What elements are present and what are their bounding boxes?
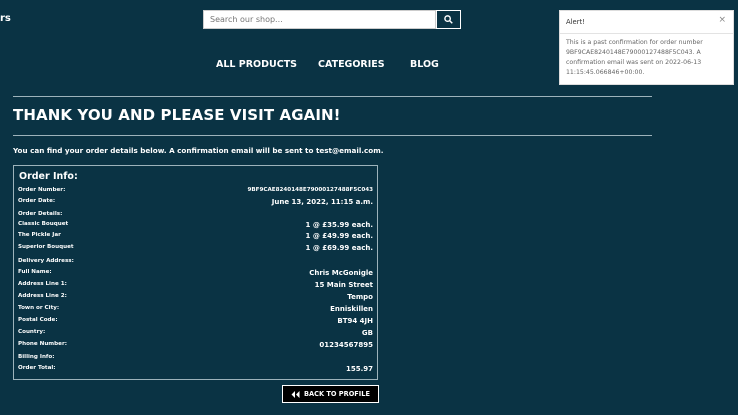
- order-info-label: Phone Number:: [18, 341, 67, 347]
- order-info-value: 1 @ £35.99 each.: [305, 221, 373, 229]
- order-info-value: 1 @ £69.99 each.: [305, 244, 373, 252]
- order-info-row: Order Number: 9BF9CAE8240148E79000127488F…: [18, 187, 373, 198]
- order-info-value: 01234567895: [319, 341, 373, 349]
- order-info-value: 155.97: [345, 365, 373, 373]
- back-to-profile-label: BACK TO PROFILE: [304, 390, 370, 398]
- order-info-value: 9BF9CAE8240148E79000127488F5C043: [247, 187, 374, 193]
- order-info-value: 15 Main Street: [314, 281, 373, 289]
- order-info-row: Classic Bouquet 1 @ £35.99 each.: [18, 221, 373, 232]
- order-info-row: Billing Info:: [18, 354, 373, 365]
- order-info-label: The Pickle Jar: [18, 232, 61, 238]
- nav-categories[interactable]: CATEGORIES: [318, 59, 385, 70]
- order-info-value: BT94 4JH: [337, 317, 373, 325]
- order-info-label: Order Number:: [18, 187, 66, 193]
- order-info-label: Town or City:: [18, 305, 60, 311]
- order-info-label: Postal Code:: [18, 317, 58, 323]
- search-icon: [444, 15, 453, 24]
- order-info-label: Order Total:: [18, 365, 56, 371]
- order-info-label: Address Line 2:: [18, 293, 67, 299]
- order-info-heading: Order Info:: [19, 171, 78, 182]
- order-info-row: The Pickle Jar 1 @ £49.99 each.: [18, 232, 373, 243]
- order-info-box: Order Info: Order Number: 9BF9CAE8240148E…: [13, 165, 378, 380]
- order-info-row: Postal Code: BT94 4JH: [18, 317, 373, 328]
- order-info-value: Enniskillen: [330, 305, 373, 313]
- double-chevron-left-icon: [291, 390, 300, 398]
- order-info-value: Chris McGonigle: [309, 269, 373, 277]
- page-title: THANK YOU AND PLEASE VISIT AGAIN!: [13, 106, 341, 124]
- order-info-row: Address Line 2: Tempo: [18, 293, 373, 304]
- order-info-label: Full Name:: [18, 269, 52, 275]
- order-info-label: Classic Bouquet: [18, 221, 69, 227]
- intro-prefix: You can find your order details below. A…: [13, 146, 316, 155]
- order-info-value: Tempo: [347, 293, 373, 301]
- close-icon[interactable]: ×: [718, 15, 726, 25]
- order-info-label: Billing Info:: [18, 354, 55, 360]
- intro-suffix: .: [380, 146, 384, 155]
- back-to-profile-button[interactable]: BACK TO PROFILE: [282, 385, 379, 403]
- order-info-label: Superior Bouquet: [18, 244, 74, 250]
- order-info-row: Full Name: Chris McGonigle: [18, 269, 373, 280]
- order-info-row: Country: GB: [18, 329, 373, 340]
- intro-email: test@email.com: [315, 146, 381, 155]
- order-info-value: GB: [361, 329, 373, 337]
- search-input[interactable]: [203, 10, 436, 29]
- divider-top: [13, 96, 652, 97]
- order-info-row: Order Total: 155.97: [18, 365, 373, 376]
- order-info-label: Order Details:: [18, 211, 63, 217]
- nav-blog[interactable]: BLOG: [410, 59, 439, 70]
- order-info-label: Address Line 1:: [18, 281, 67, 287]
- order-info-label: Delivery Address:: [18, 258, 74, 264]
- order-info-label: Country:: [18, 329, 46, 335]
- order-info-value: 1 @ £49.99 each.: [305, 232, 373, 240]
- search-bar: [203, 10, 461, 29]
- order-info-label: Order Date:: [18, 198, 56, 204]
- order-info-value: June 13, 2022, 11:15 a.m.: [271, 198, 373, 206]
- nav-all-products[interactable]: ALL PRODUCTS: [216, 59, 297, 70]
- order-info-row: Town or City: Enniskillen: [18, 305, 373, 316]
- alert-toast: Alert! × This is a past confirmation for…: [559, 10, 734, 85]
- alert-message: This is a past confirmation for order nu…: [566, 39, 703, 76]
- order-info-row: Order Date: June 13, 2022, 11:15 a.m.: [18, 198, 373, 209]
- order-info-row: Phone Number: 01234567895: [18, 341, 373, 352]
- order-info-row: Superior Bouquet 1 @ £69.99 each.: [18, 244, 373, 255]
- order-info-row: Address Line 1: 15 Main Street: [18, 281, 373, 292]
- alert-title: Alert!: [566, 18, 585, 26]
- order-intro-text: You can find your order details below. A…: [13, 146, 383, 155]
- divider-bottom: [13, 135, 652, 136]
- order-info-row: Delivery Address:: [18, 258, 373, 269]
- brand-logo-fragment[interactable]: rs: [0, 13, 11, 24]
- alert-header: Alert! ×: [560, 11, 733, 34]
- search-button[interactable]: [436, 10, 461, 29]
